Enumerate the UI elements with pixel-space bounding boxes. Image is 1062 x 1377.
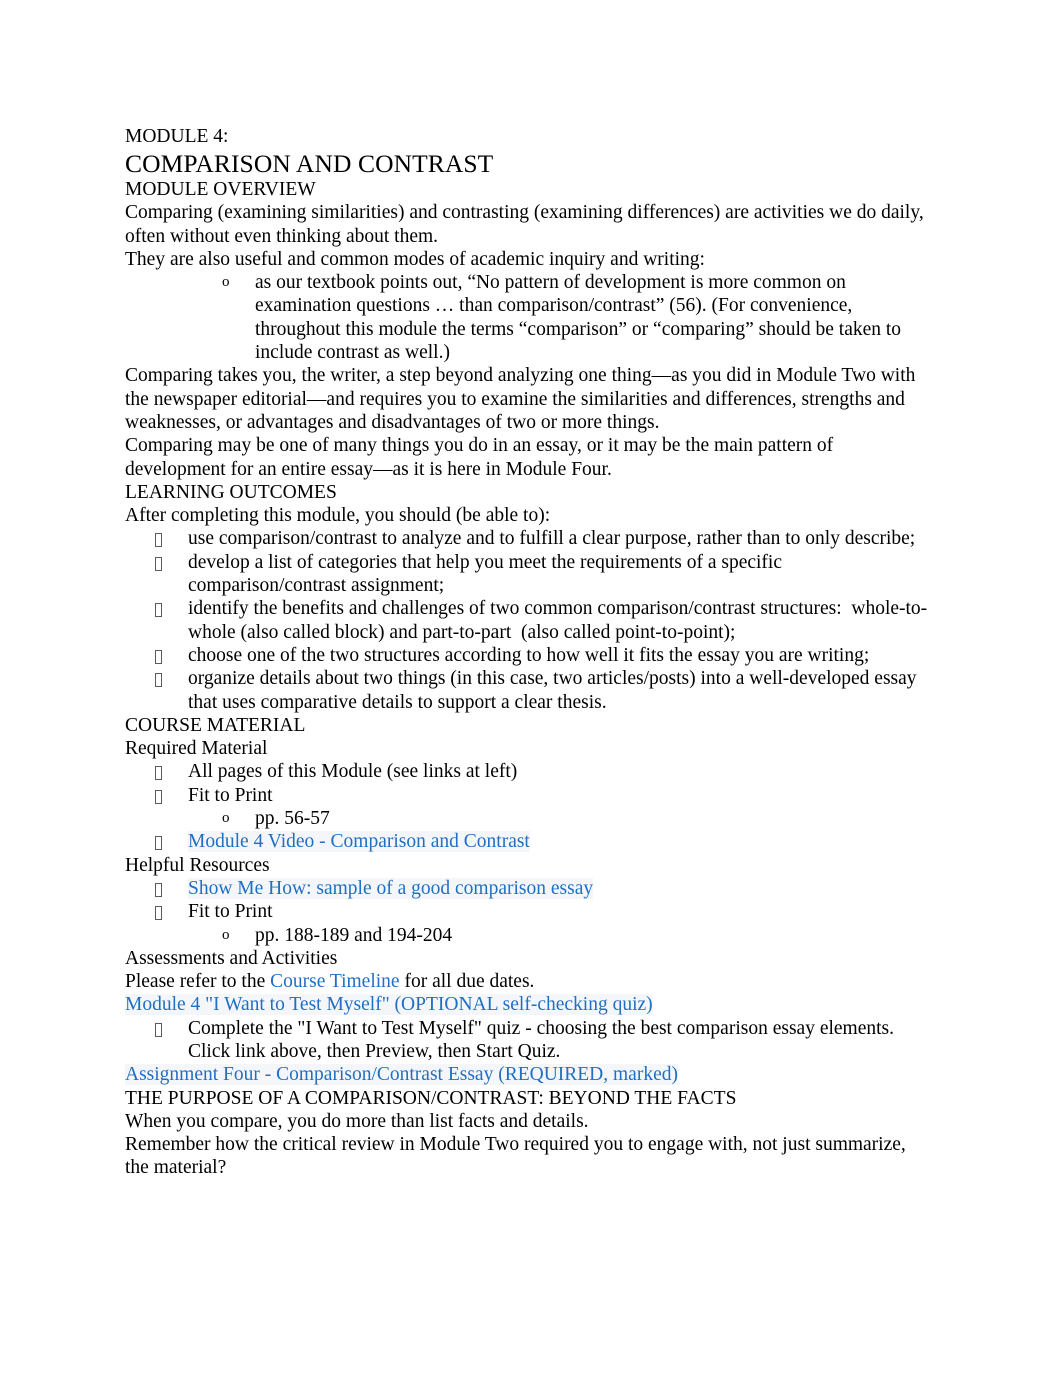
due-dates-suffix: for all due dates. [399, 971, 535, 993]
list-item: organize details about two things (in th… [125, 667, 931, 714]
square-bullet-icon [155, 1017, 162, 1040]
list-item: Show Me How: sample of a good comparison… [125, 877, 931, 900]
circle-bullet-icon: o [222, 810, 230, 827]
square-bullet-icon [155, 551, 162, 574]
label-helpful-resources: Helpful Resources [125, 854, 270, 876]
list-item-label: pp. 188-189 and 194-204 [255, 924, 453, 946]
square-bullet-icon [155, 597, 162, 620]
required-material-list: All pages of this Module (see links at l… [125, 760, 931, 807]
circle-bullet-icon: o [222, 274, 230, 291]
overview-paragraph-2: They are also useful and common modes of… [125, 248, 705, 270]
list-item-label: use comparison/contrast to analyze and t… [188, 528, 916, 550]
purpose-paragraph-2: Remember how the critical review in Modu… [125, 1134, 906, 1179]
square-bullet-icon [155, 760, 162, 783]
helpful-resources-pages-list: o pp. 188-189 and 194-204 [125, 924, 931, 947]
link-module-4-i-want-to-test-myself[interactable]: Module 4 "I Want to Test Myself" (OPTION… [125, 994, 653, 1016]
list-item: All pages of this Module (see links at l… [125, 760, 931, 783]
list-item: Module 4 Video - Comparison and Contrast [125, 830, 931, 853]
helpful-resources-list: Show Me How: sample of a good comparison… [125, 877, 931, 924]
list-item-label: organize details about two things (in th… [188, 668, 922, 713]
list-item: use comparison/contrast to analyze and t… [125, 527, 931, 550]
due-dates-prefix: Please refer to the [125, 971, 271, 993]
quiz-link-line: Module 4 "I Want to Test Myself" (OPTION… [125, 993, 931, 1016]
label-required-material: Required Material [125, 738, 268, 760]
heading-purpose: THE PURPOSE OF A COMPARISON/CONTRAST: BE… [125, 1087, 737, 1109]
square-bullet-icon [155, 830, 162, 853]
link-assignment-four[interactable]: Assignment Four - Comparison/Contrast Es… [125, 1064, 678, 1086]
square-bullet-icon [155, 900, 162, 923]
list-item: o as our textbook points out, “No patter… [125, 271, 931, 364]
list-item: Fit to Print [125, 784, 931, 807]
list-item: identify the benefits and challenges of … [125, 597, 931, 644]
due-dates-line: Please refer to the Course Timeline for … [125, 970, 931, 993]
assignment-link-line: Assignment Four - Comparison/Contrast Es… [125, 1063, 931, 1086]
list-item: Complete the "I Want to Test Myself" qui… [125, 1017, 931, 1064]
learning-outcomes-list: use comparison/contrast to analyze and t… [125, 527, 931, 713]
quiz-instructions-list: Complete the "I Want to Test Myself" qui… [125, 1017, 931, 1064]
learning-outcomes-intro: After completing this module, you should… [125, 505, 551, 527]
list-item-label: Complete the "I Want to Test Myself" qui… [188, 1017, 894, 1062]
square-bullet-icon [155, 667, 162, 690]
circle-bullet-icon: o [222, 926, 230, 943]
document-body: MODULE 4: COMPARISON AND CONTRAST MODULE… [125, 125, 931, 1180]
list-item-label: pp. 56-57 [255, 808, 330, 830]
list-item-label: Fit to Print [188, 901, 273, 923]
link-show-me-how[interactable]: Show Me How: sample of a good comparison… [188, 877, 594, 899]
heading-course-material: COURSE MATERIAL [125, 714, 306, 736]
heading-learning-outcomes: LEARNING OUTCOMES [125, 481, 337, 503]
overview-paragraph-4: Comparing may be one of many things you … [125, 435, 834, 480]
overview-paragraph-1: Comparing (examining similarities) and c… [125, 202, 924, 247]
heading-assessments-and-activities: Assessments and Activities [125, 947, 338, 969]
list-item: o pp. 56-57 [125, 807, 931, 830]
link-module-4-video[interactable]: Module 4 Video - Comparison and Contrast [188, 831, 530, 853]
square-bullet-icon [155, 784, 162, 807]
square-bullet-icon [155, 644, 162, 667]
required-material-pages-list: o pp. 56-57 [125, 807, 931, 830]
module-kicker: MODULE 4: [125, 126, 229, 147]
required-material-video-list: Module 4 Video - Comparison and Contrast [125, 830, 931, 853]
list-item-label: choose one of the two structures accordi… [188, 644, 870, 666]
list-item-label: All pages of this Module (see links at l… [188, 761, 518, 783]
list-item-label: identify the benefits and challenges of … [188, 598, 928, 643]
purpose-paragraph-1: When you compare, you do more than list … [125, 1110, 589, 1132]
heading-module-overview: MODULE OVERVIEW [125, 179, 316, 200]
list-item-label: develop a list of categories that help y… [188, 551, 787, 597]
overview-sub-bullet-list: o as our textbook points out, “No patter… [125, 271, 931, 364]
overview-paragraph-3: Comparing takes you, the writer, a step … [125, 365, 916, 433]
page-title: COMPARISON AND CONTRAST [125, 149, 494, 178]
list-item-label: as our textbook points out, “No pattern … [255, 272, 902, 364]
list-item: develop a list of categories that help y… [125, 551, 931, 598]
square-bullet-icon [155, 877, 162, 900]
list-item: o pp. 188-189 and 194-204 [125, 924, 931, 947]
list-item: choose one of the two structures accordi… [125, 644, 931, 667]
list-item: Fit to Print [125, 900, 931, 923]
link-course-timeline[interactable]: Course Timeline [270, 971, 399, 992]
list-item-label: Fit to Print [188, 784, 273, 806]
document-page: MODULE 4: COMPARISON AND CONTRAST MODULE… [0, 0, 1062, 1377]
square-bullet-icon [155, 527, 162, 550]
